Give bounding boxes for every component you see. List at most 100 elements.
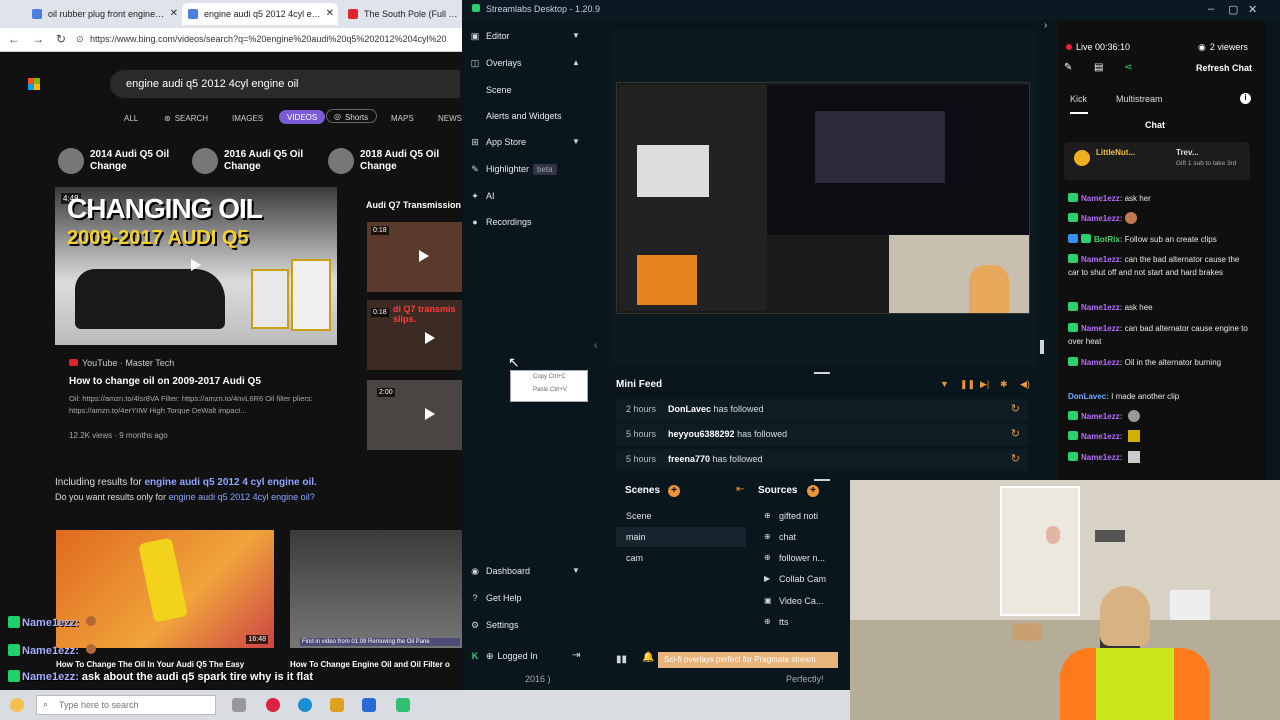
- play-icon[interactable]: [425, 408, 435, 420]
- source-item[interactable]: ⊕ tts: [760, 612, 850, 632]
- volume-icon[interactable]: ◀): [1020, 379, 1030, 390]
- nav-news[interactable]: NEWS: [438, 112, 462, 126]
- close-icon[interactable]: ✕: [326, 8, 334, 19]
- nav-dashboard[interactable]: Dashboard: [486, 566, 530, 576]
- replay-icon[interactable]: ↻: [1011, 402, 1020, 415]
- source-item[interactable]: ▣ Video Ca...: [760, 591, 850, 611]
- preview-resize-handle[interactable]: [1040, 340, 1044, 354]
- tab-kick[interactable]: Kick: [1070, 94, 1087, 104]
- related-chip[interactable]: 2016 Audi Q5 Oil Change: [190, 147, 318, 175]
- add-source-button[interactable]: +: [807, 485, 819, 497]
- info-icon[interactable]: i: [1240, 93, 1251, 104]
- url-field[interactable]: https://www.bing.com/videos/search?q=%20…: [90, 32, 462, 48]
- nav-alerts-widgets[interactable]: Alerts and Widgets: [486, 111, 562, 121]
- nav-images[interactable]: IMAGES: [232, 112, 263, 126]
- filter-icon[interactable]: ▼: [940, 379, 949, 389]
- nav-editor[interactable]: Editor: [486, 31, 510, 41]
- main-video-thumbnail[interactable]: 4:48 CHANGING OIL 2009-2017 AUDI Q5: [55, 187, 337, 345]
- stats-icon[interactable]: ▮▮: [616, 654, 627, 665]
- nav-shorts[interactable]: ◎ Shorts: [326, 109, 378, 123]
- related-chip[interactable]: 2018 Audi Q5 Oil Change: [326, 147, 454, 175]
- close-icon[interactable]: ✕: [1248, 3, 1257, 16]
- nav-settings[interactable]: Settings: [486, 620, 519, 630]
- nav-videos[interactable]: VIDEOS: [279, 110, 326, 124]
- streamlabs-taskbar-icon[interactable]: [396, 698, 410, 712]
- drag-handle[interactable]: [814, 479, 830, 481]
- nav-scene[interactable]: Scene: [486, 85, 512, 95]
- site-info-icon[interactable]: ⊙: [76, 34, 84, 45]
- main-video-title[interactable]: How to change oil on 2009-2017 Audi Q5: [69, 376, 345, 387]
- edge-icon[interactable]: [298, 698, 312, 712]
- edit-icon[interactable]: ✎: [1064, 62, 1072, 73]
- nav-overlays[interactable]: Overlays: [486, 58, 522, 68]
- replay-icon[interactable]: ↻: [1011, 427, 1020, 440]
- collapse-arrow-icon[interactable]: ‹: [594, 340, 597, 351]
- pause-icon[interactable]: ❚❚: [960, 379, 975, 390]
- chevron-down-icon[interactable]: ▼: [572, 566, 580, 575]
- share-icon[interactable]: ⋖: [1124, 62, 1132, 73]
- minimize-icon[interactable]: –: [1208, 3, 1214, 15]
- chevron-up-icon[interactable]: ▲: [572, 58, 580, 67]
- source-item[interactable]: ⊕ chat: [760, 527, 850, 547]
- browser-tab-2[interactable]: engine audi q5 2012 4cyl engine o ✕: [182, 3, 338, 25]
- browser-tab-3[interactable]: The South Pole (Full Episod: [342, 3, 462, 25]
- scene-item-selected[interactable]: main: [616, 527, 746, 547]
- maximize-icon[interactable]: ▢: [1228, 3, 1238, 16]
- nav-get-help[interactable]: Get Help: [486, 593, 522, 603]
- chevron-down-icon[interactable]: ▼: [572, 137, 580, 146]
- taskbar-search[interactable]: ⌕ Type here to search: [36, 695, 216, 715]
- skip-icon[interactable]: ▶|: [980, 379, 989, 390]
- menu-item-paste[interactable]: Paste Ctrl+V: [511, 384, 587, 397]
- promo-banner[interactable]: Sci-fi overlays perfect for Pragmata str…: [658, 652, 838, 668]
- file-explorer-icon[interactable]: [330, 698, 344, 712]
- chrome-icon[interactable]: [266, 698, 280, 712]
- forward-icon[interactable]: →: [32, 32, 44, 46]
- related-chip[interactable]: 2014 Audi Q5 Oil Change: [56, 147, 184, 175]
- microsoft-logo-icon[interactable]: [28, 78, 40, 90]
- nav-ai[interactable]: AI: [486, 191, 495, 201]
- logged-in-status[interactable]: ⊕ Logged In: [486, 651, 538, 662]
- start-icon[interactable]: [10, 698, 24, 712]
- side-video-thumbnail[interactable]: 0:18: [367, 222, 462, 292]
- reload-icon[interactable]: ↻: [56, 32, 66, 46]
- side-video-thumbnail[interactable]: 0:18 di Q7 transmis slips.: [367, 300, 462, 370]
- back-icon[interactable]: ←: [8, 32, 20, 46]
- chevron-right-icon[interactable]: ›: [1044, 20, 1047, 31]
- nav-all[interactable]: ALL: [124, 112, 138, 126]
- original-query-link[interactable]: engine audi q5 2012 4cyl engine oil?: [169, 492, 315, 502]
- replay-icon[interactable]: ↻: [1011, 452, 1020, 465]
- scene-item[interactable]: Scene: [616, 506, 746, 526]
- scene-transitions-icon[interactable]: ⇤: [736, 484, 744, 495]
- drag-handle[interactable]: [814, 372, 830, 374]
- chevron-down-icon[interactable]: ▼: [572, 31, 580, 40]
- nav-recordings[interactable]: Recordings: [486, 217, 532, 227]
- close-icon[interactable]: ✕: [170, 8, 178, 19]
- source-item[interactable]: ▶ Collab Cam: [760, 569, 850, 589]
- tab-multistream[interactable]: Multistream: [1116, 94, 1163, 104]
- popout-icon[interactable]: ▤: [1094, 62, 1103, 73]
- corrected-query-link[interactable]: engine audi q5 2012 4 cyl engine oil.: [145, 477, 317, 488]
- play-icon[interactable]: [419, 250, 429, 262]
- play-icon[interactable]: [191, 259, 201, 271]
- stream-preview[interactable]: [616, 82, 1030, 314]
- kick-badge-icon: [8, 616, 20, 628]
- source-item[interactable]: ⊕ follower n...: [760, 548, 850, 568]
- nav-app-store[interactable]: App Store: [486, 137, 526, 147]
- source-item[interactable]: ⊕ gifted noti: [760, 506, 850, 526]
- add-scene-button[interactable]: +: [668, 485, 680, 497]
- mute-icon[interactable]: ✱: [1000, 379, 1008, 390]
- logout-icon[interactable]: ⇥: [572, 650, 580, 661]
- search-input[interactable]: engine audi q5 2012 4cyl engine oil: [110, 70, 460, 98]
- notification-icon[interactable]: 🔔: [642, 652, 654, 663]
- scene-item[interactable]: cam: [616, 548, 746, 568]
- app-icon[interactable]: [362, 698, 376, 712]
- side-video-thumbnail[interactable]: 2:00: [367, 380, 462, 450]
- nav-search[interactable]: ⊛ SEARCH: [164, 112, 208, 126]
- browser-tab-1[interactable]: oil rubber plug front engine audi ✕: [26, 3, 182, 25]
- menu-item-copy[interactable]: Copy Ctrl+C: [511, 371, 587, 384]
- play-icon[interactable]: [425, 332, 435, 344]
- nav-maps[interactable]: MAPS: [391, 112, 414, 126]
- task-view-icon[interactable]: [232, 698, 246, 712]
- nav-highlighter[interactable]: Highlighter beta: [486, 164, 557, 175]
- refresh-chat-button[interactable]: Refresh Chat: [1196, 63, 1252, 73]
